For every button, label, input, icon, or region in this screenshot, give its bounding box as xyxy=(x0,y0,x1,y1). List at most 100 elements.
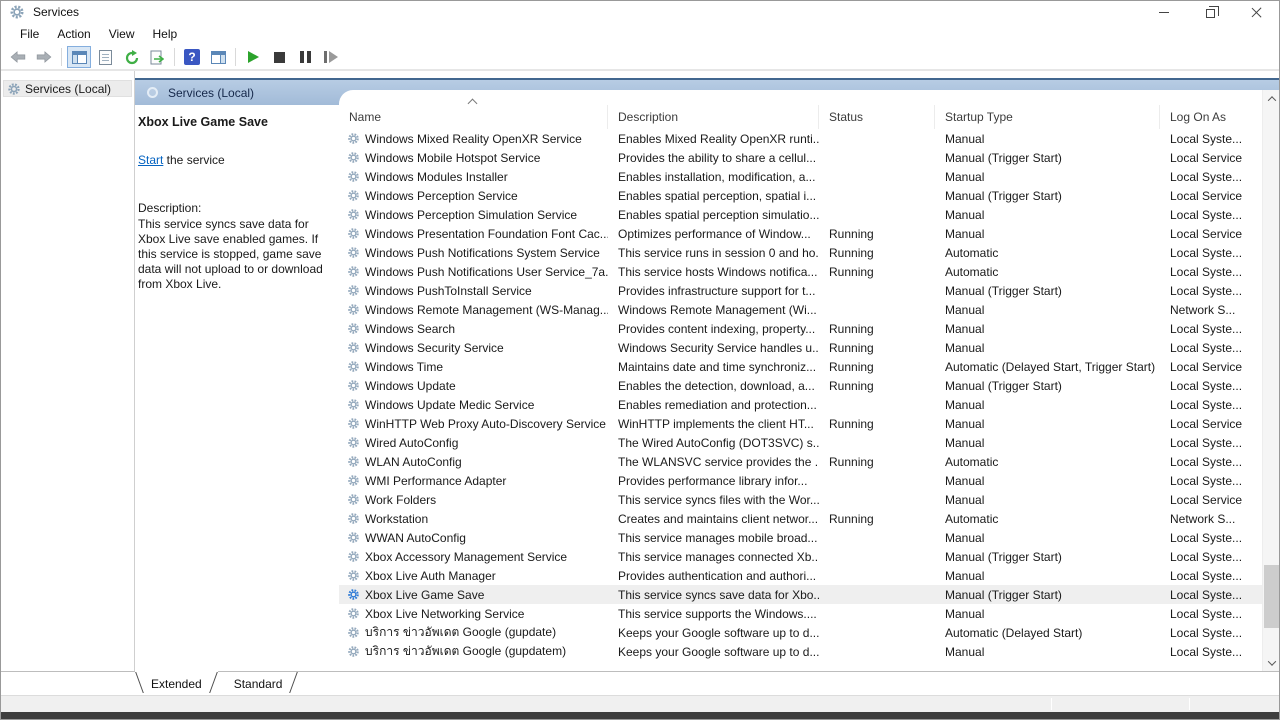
pause-service-button[interactable] xyxy=(293,46,317,68)
service-row[interactable]: Xbox Live Networking Service This servic… xyxy=(339,604,1262,623)
service-row[interactable]: WinHTTP Web Proxy Auto-Discovery Service… xyxy=(339,414,1262,433)
menu-action[interactable]: Action xyxy=(48,25,99,43)
service-row[interactable]: Windows PushToInstall Service Provides i… xyxy=(339,281,1262,300)
stop-service-button[interactable] xyxy=(267,46,291,68)
service-description: Windows Remote Management (Wi... xyxy=(608,303,819,317)
tab-standard[interactable]: Standard xyxy=(218,672,299,695)
service-row[interactable]: Work Folders This service syncs files wi… xyxy=(339,490,1262,509)
service-gear-icon xyxy=(347,246,360,259)
menu-help[interactable]: Help xyxy=(144,25,187,43)
scroll-up-button[interactable] xyxy=(1263,90,1279,107)
service-name: Windows Push Notifications System Servic… xyxy=(365,246,600,260)
service-log-on-as: Local Syste... xyxy=(1160,208,1262,222)
service-action-suffix: the service xyxy=(163,153,224,167)
menu-view[interactable]: View xyxy=(100,25,144,43)
services-window: Services File Action View Help ? xyxy=(0,0,1280,720)
service-row[interactable]: WWAN AutoConfig This service manages mob… xyxy=(339,528,1262,547)
service-description: The Wired AutoConfig (DOT3SVC) s... xyxy=(608,436,819,450)
chevron-down-icon xyxy=(1267,657,1275,665)
service-row[interactable]: Xbox Live Game Save This service syncs s… xyxy=(339,585,1262,604)
service-row[interactable]: Xbox Accessory Management Service This s… xyxy=(339,547,1262,566)
scroll-down-button[interactable] xyxy=(1263,654,1279,671)
column-header-log-on-as[interactable]: Log On As xyxy=(1160,105,1262,129)
column-header-name[interactable]: Name xyxy=(339,105,608,129)
service-log-on-as: Local Service xyxy=(1160,189,1262,203)
menu-file[interactable]: File xyxy=(11,25,48,43)
service-description: Provides content indexing, property... xyxy=(608,322,819,336)
service-startup-type: Manual (Trigger Start) xyxy=(935,189,1160,203)
service-row[interactable]: Windows Perception Service Enables spati… xyxy=(339,186,1262,205)
service-row[interactable]: Windows Push Notifications User Service_… xyxy=(339,262,1262,281)
selected-service-title: Xbox Live Game Save xyxy=(138,115,335,129)
service-row[interactable]: Windows Modules Installer Enables instal… xyxy=(339,167,1262,186)
service-row[interactable]: WMI Performance Adapter Provides perform… xyxy=(339,471,1262,490)
restart-service-button[interactable] xyxy=(319,46,343,68)
service-startup-type: Manual xyxy=(935,607,1160,621)
minimize-button[interactable] xyxy=(1141,1,1187,23)
start-service-link[interactable]: Start xyxy=(138,153,163,167)
service-row[interactable]: WLAN AutoConfig The WLANSVC service prov… xyxy=(339,452,1262,471)
service-row[interactable]: Windows Time Maintains date and time syn… xyxy=(339,357,1262,376)
refresh-button[interactable] xyxy=(119,46,143,68)
service-gear-icon xyxy=(347,550,360,563)
services-node-icon xyxy=(7,82,21,96)
service-row[interactable]: Windows Search Provides content indexing… xyxy=(339,319,1262,338)
tab-extended[interactable]: Extended xyxy=(135,671,218,695)
service-log-on-as: Local Syste... xyxy=(1160,531,1262,545)
service-row[interactable]: Windows Security Service Windows Securit… xyxy=(339,338,1262,357)
service-row[interactable]: Windows Remote Management (WS-Manag... W… xyxy=(339,300,1262,319)
scrollbar-thumb[interactable] xyxy=(1264,565,1279,628)
service-status: Running xyxy=(819,455,935,469)
export-list-button[interactable] xyxy=(145,46,169,68)
service-name: WMI Performance Adapter xyxy=(365,474,506,488)
service-row[interactable]: Windows Push Notifications System Servic… xyxy=(339,243,1262,262)
service-row[interactable]: Windows Update Medic Service Enables rem… xyxy=(339,395,1262,414)
service-startup-type: Automatic xyxy=(935,246,1160,260)
service-row[interactable]: Windows Presentation Foundation Font Cac… xyxy=(339,224,1262,243)
column-header-status[interactable]: Status xyxy=(819,105,935,129)
services-table-body: Windows Mixed Reality OpenXR Service Ena… xyxy=(339,129,1262,661)
back-button[interactable] xyxy=(6,46,30,68)
service-log-on-as: Local Service xyxy=(1160,151,1262,165)
forward-button[interactable] xyxy=(32,46,56,68)
service-startup-type: Automatic (Delayed Start, Trigger Start) xyxy=(935,360,1160,374)
start-service-button[interactable] xyxy=(241,46,265,68)
service-log-on-as: Local Syste... xyxy=(1160,170,1262,184)
service-row[interactable]: Xbox Live Auth Manager Provides authenti… xyxy=(339,566,1262,585)
properties-button[interactable] xyxy=(93,46,117,68)
stop-service-icon xyxy=(274,52,285,63)
column-header-description[interactable]: Description xyxy=(608,105,819,129)
service-startup-type: Manual (Trigger Start) xyxy=(935,588,1160,602)
show-console-tree-button[interactable] xyxy=(67,46,91,68)
service-description: Enables the detection, download, a... xyxy=(608,379,819,393)
service-row[interactable]: Windows Mixed Reality OpenXR Service Ena… xyxy=(339,129,1262,148)
sidebar-item-services-local[interactable]: Services (Local) xyxy=(3,80,132,97)
service-name: Windows Presentation Foundation Font Cac… xyxy=(365,227,608,241)
service-gear-icon xyxy=(347,607,360,620)
service-description: This service hosts Windows notifica... xyxy=(608,265,819,279)
close-button[interactable] xyxy=(1233,1,1279,23)
help-button[interactable]: ? xyxy=(180,46,204,68)
service-row[interactable]: บริการ ข่าวอัพเดต Google (gupdatem) Keep… xyxy=(339,642,1262,661)
service-row[interactable]: Windows Mobile Hotspot Service Provides … xyxy=(339,148,1262,167)
service-row[interactable]: บริการ ข่าวอัพเดต Google (gupdate) Keeps… xyxy=(339,623,1262,642)
vertical-scrollbar[interactable] xyxy=(1262,90,1279,671)
help-icon: ? xyxy=(184,49,200,65)
service-row[interactable]: Windows Perception Simulation Service En… xyxy=(339,205,1262,224)
service-row[interactable]: Windows Update Enables the detection, do… xyxy=(339,376,1262,395)
export-list-icon xyxy=(150,50,164,65)
toolbar-separator xyxy=(174,48,175,66)
status-bar xyxy=(1,695,1279,712)
column-header-startup-type[interactable]: Startup Type xyxy=(935,105,1160,129)
show-action-pane-button[interactable] xyxy=(206,46,230,68)
service-row[interactable]: Wired AutoConfig The Wired AutoConfig (D… xyxy=(339,433,1262,452)
service-name: Windows Push Notifications User Service_… xyxy=(365,265,608,279)
show-action-pane-icon xyxy=(211,51,226,64)
service-gear-icon xyxy=(347,398,360,411)
restore-button[interactable] xyxy=(1187,1,1233,23)
table-header: Name Description Status Startup Type Log… xyxy=(339,90,1262,129)
service-gear-icon xyxy=(347,493,360,506)
service-gear-icon xyxy=(347,379,360,392)
service-name: Windows Update Medic Service xyxy=(365,398,534,412)
service-row[interactable]: Workstation Creates and maintains client… xyxy=(339,509,1262,528)
